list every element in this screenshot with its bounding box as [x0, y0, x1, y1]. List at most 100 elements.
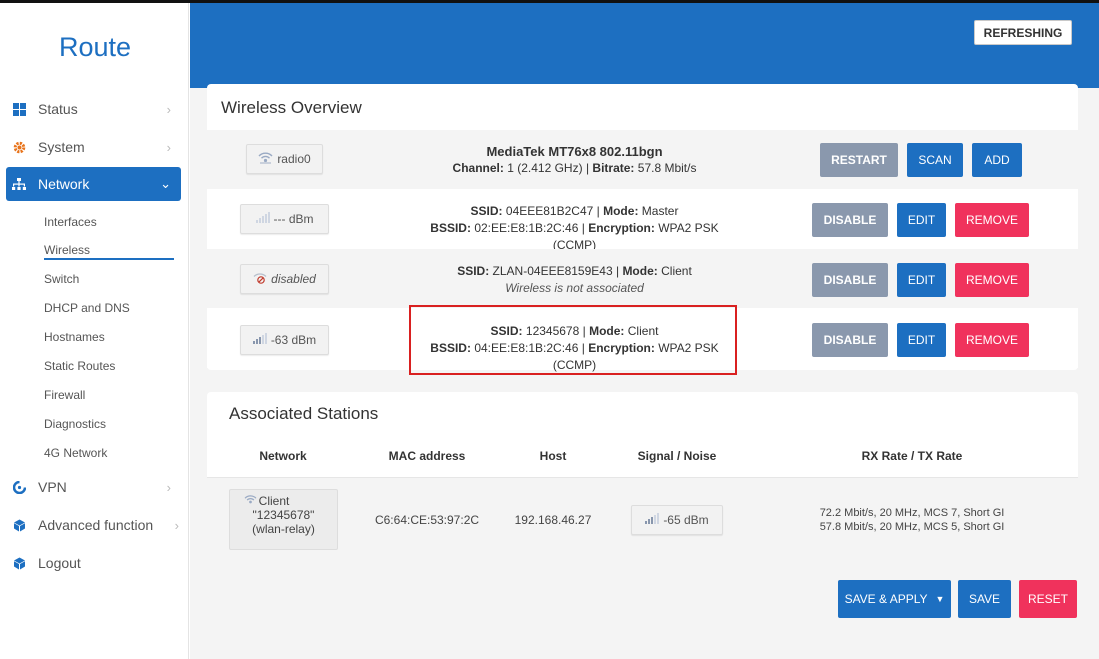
station-rx-rate: 72.2 Mbit/s, 20 MHz, MCS 7, Short GI	[819, 507, 1005, 519]
station-network-line2: "12345678"	[252, 508, 315, 522]
chevron-down-icon: ⌄	[160, 176, 171, 191]
sidebar-item-label: VPN	[38, 479, 67, 495]
sitemap-icon	[12, 177, 26, 191]
network-3-edit-button[interactable]: EDIT	[897, 323, 946, 357]
col-header-host: Host	[539, 449, 567, 463]
sidebar-sub-interfaces[interactable]: Interfaces	[44, 215, 97, 229]
sidebar-item-label: Status	[38, 101, 78, 117]
sidebar-item-advanced[interactable]: Advanced function ›	[6, 508, 181, 542]
station-network-line3: (wlan-relay)	[252, 522, 315, 536]
gear-icon	[12, 140, 26, 154]
network-3-ssid: 12345678	[525, 324, 580, 338]
active-sub-indicator	[44, 258, 174, 260]
sidebar-item-status[interactable]: Status ›	[6, 92, 181, 126]
network-3-mode: Client	[627, 324, 659, 338]
network-2-mode: Client	[661, 264, 692, 278]
reset-button[interactable]: RESET	[1019, 580, 1077, 618]
save-button[interactable]: SAVE	[958, 580, 1011, 618]
separator: |	[596, 204, 600, 218]
separator: |	[581, 341, 585, 355]
channel-value: 1 (2.412 GHz)	[507, 161, 583, 175]
network-2-ssid: ZLAN-04EEE8159E43	[492, 264, 613, 278]
save-apply-button[interactable]: SAVE & APPLY ▼	[838, 580, 951, 618]
network-1-remove-button[interactable]: REMOVE	[955, 203, 1029, 237]
add-button[interactable]: ADD	[972, 143, 1022, 177]
radio-badge: radio0	[246, 144, 323, 174]
sidebar-item-vpn[interactable]: VPN ›	[6, 470, 181, 504]
col-header-rate: RX Rate / TX Rate	[861, 449, 963, 463]
network-2-info: SSID: ZLAN-04EEE8159E43 | Mode: Client W…	[412, 263, 737, 297]
sidebar-sub-dhcp[interactable]: DHCP and DNS	[44, 301, 130, 315]
bitrate-label: Bitrate:	[592, 161, 635, 175]
wireless-overview-title: Wireless Overview	[221, 98, 362, 117]
encryption-label: Encryption:	[588, 341, 655, 355]
sidebar-sub-switch[interactable]: Switch	[44, 272, 79, 286]
cube-icon	[12, 518, 26, 532]
sidebar-item-logout[interactable]: Logout	[6, 546, 181, 580]
bssid-label: BSSID:	[430, 341, 471, 355]
sidebar-item-system[interactable]: System ›	[6, 130, 181, 164]
station-tx-rate: 57.8 Mbit/s, 20 MHz, MCS 5, Short GI	[819, 521, 1005, 533]
network-1-bssid: 02:EE:E8:1B:2C:46	[474, 221, 579, 235]
network-2-note: Wireless is not associated	[505, 281, 644, 295]
signal-icon	[252, 333, 267, 347]
col-header-signal: Signal / Noise	[637, 449, 717, 463]
vpn-icon	[12, 480, 26, 494]
ssid-label: SSID:	[470, 204, 503, 218]
network-3-signal: -63 dBm	[270, 333, 317, 347]
station-signal-badge: -65 dBm	[631, 505, 723, 535]
encryption-label: Encryption:	[588, 221, 655, 235]
station-mac: C6:64:CE:53:97:2C	[374, 513, 480, 527]
sidebar-sub-diagnostics[interactable]: Diagnostics	[44, 417, 106, 431]
network-1-badge: --- dBm	[240, 204, 329, 234]
chevron-right-icon: ›	[166, 479, 171, 495]
network-2-disable-button[interactable]: DISABLE	[812, 263, 888, 297]
network-1-info: SSID: 04EEE81B2C47 | Mode: Master BSSID:…	[412, 203, 737, 254]
col-header-network: Network	[259, 449, 307, 463]
bssid-label: BSSID:	[430, 221, 471, 235]
sidebar-sub-firewall[interactable]: Firewall	[44, 388, 85, 402]
separator: |	[585, 161, 590, 175]
network-1-signal: --- dBm	[273, 212, 314, 226]
network-2-edit-button[interactable]: EDIT	[897, 263, 946, 297]
signal-icon	[255, 212, 270, 226]
sidebar-sub-static-routes[interactable]: Static Routes	[44, 359, 115, 373]
radio-badge-label: radio0	[277, 152, 311, 166]
station-host: 192.168.46.27	[514, 513, 592, 527]
scan-button[interactable]: SCAN	[907, 143, 963, 177]
dashboard-icon	[12, 102, 26, 116]
sidebar-sub-wireless[interactable]: Wireless	[44, 243, 90, 257]
restart-button[interactable]: RESTART	[820, 143, 898, 177]
network-1-edit-button[interactable]: EDIT	[897, 203, 946, 237]
station-network-line1: Client	[258, 494, 290, 508]
station-rates: 72.2 Mbit/s, 20 MHz, MCS 7, Short GI 57.…	[792, 506, 1032, 534]
chevron-right-icon: ›	[166, 101, 171, 117]
ssid-label: SSID:	[457, 264, 490, 278]
network-3-bssid: 04:EE:E8:1B:2C:46	[474, 341, 579, 355]
sidebar-item-label: Network	[38, 176, 90, 192]
station-signal: -65 dBm	[663, 513, 709, 527]
network-1-disable-button[interactable]: DISABLE	[812, 203, 888, 237]
network-3-disable-button[interactable]: DISABLE	[812, 323, 888, 357]
network-2-remove-button[interactable]: REMOVE	[955, 263, 1029, 297]
sidebar-sub-4g-network[interactable]: 4G Network	[44, 446, 107, 460]
radio-name: MediaTek MT76x8 802.11bgn	[486, 144, 663, 159]
mode-label: Mode:	[589, 324, 625, 338]
sidebar-sub-hostnames[interactable]: Hostnames	[44, 330, 105, 344]
network-3-remove-button[interactable]: REMOVE	[955, 323, 1029, 357]
separator: |	[581, 221, 585, 235]
network-2-badge: disabled	[240, 264, 329, 294]
signal-icon	[645, 513, 660, 527]
sidebar-item-label: System	[38, 139, 85, 155]
mode-label: Mode:	[622, 264, 658, 278]
separator: |	[615, 264, 620, 278]
sidebar-item-network[interactable]: Network ⌄	[6, 167, 181, 201]
mode-label: Mode:	[603, 204, 639, 218]
channel-label: Channel:	[452, 161, 504, 175]
wifi-icon	[258, 151, 273, 167]
brand-logo: Route	[59, 32, 132, 62]
associated-stations-title: Associated Stations	[229, 404, 379, 423]
refreshing-button[interactable]: REFRESHING	[974, 20, 1072, 45]
chevron-right-icon: ›	[166, 139, 171, 155]
radio-info: MediaTek MT76x8 802.11bgn Channel: 1 (2.…	[412, 143, 737, 177]
